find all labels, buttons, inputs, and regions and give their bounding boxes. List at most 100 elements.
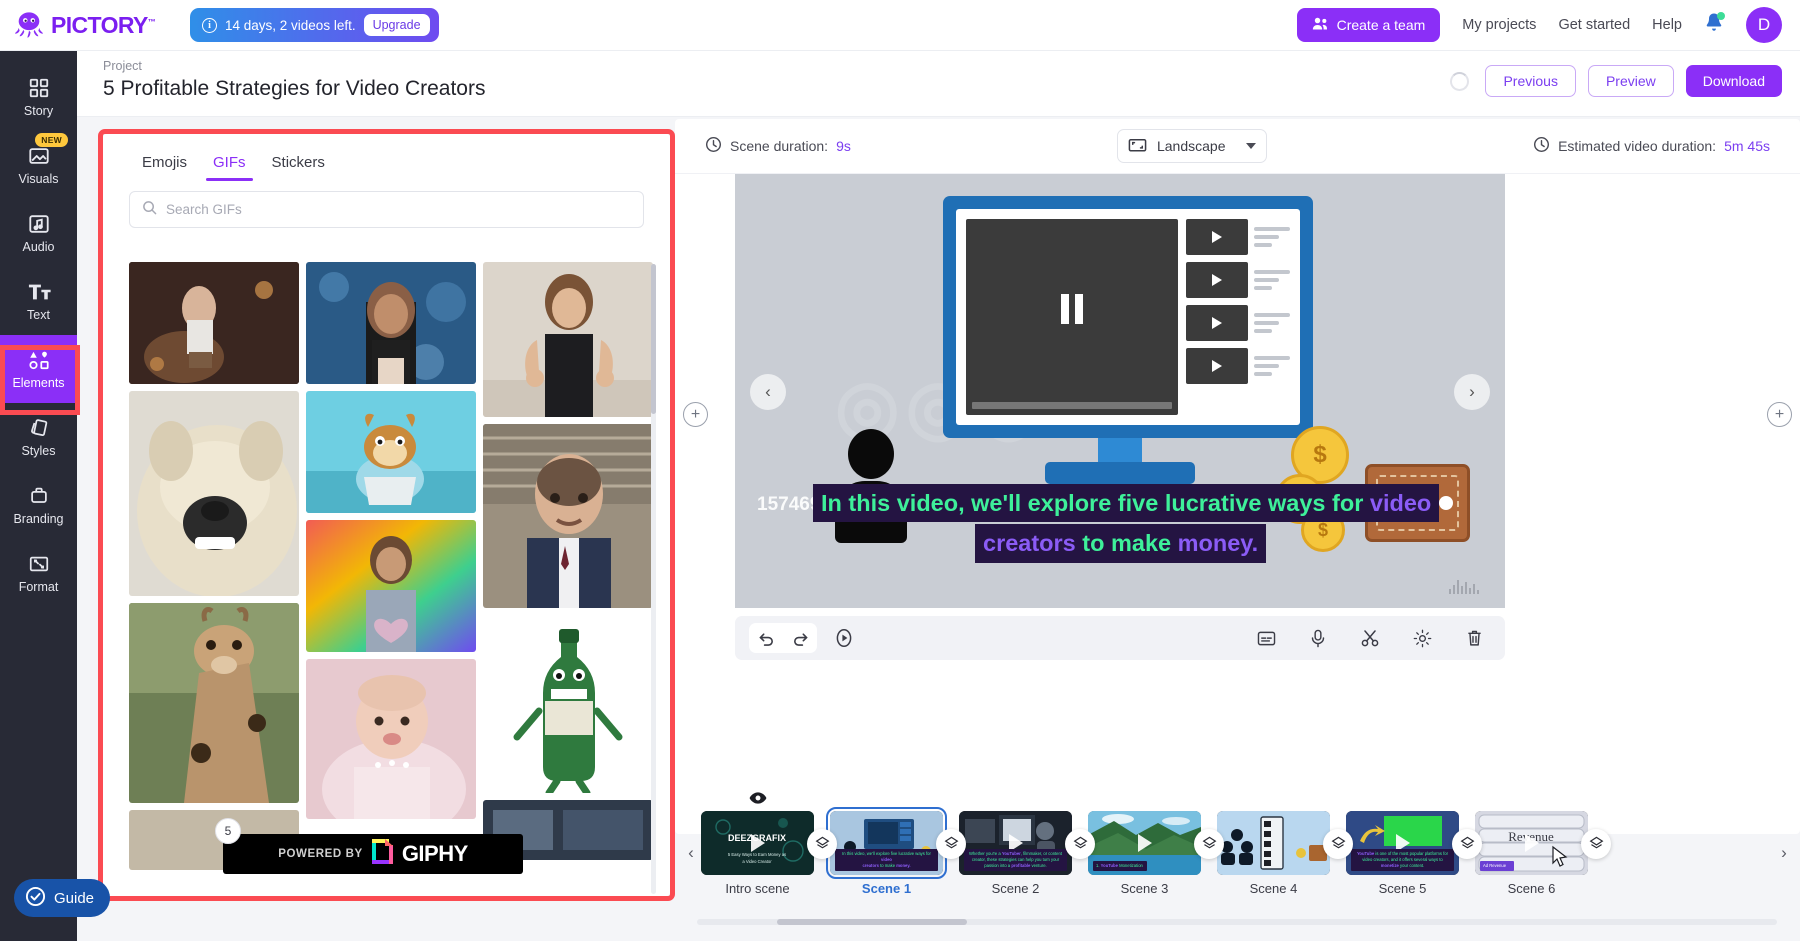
sidebar-item-elements[interactable]: Elements [0, 335, 77, 403]
scene-item-3[interactable]: 1. YouTube Monetization Scene 3 [1088, 811, 1201, 896]
tab-stickers[interactable]: Stickers [259, 148, 338, 181]
previous-scene-arrow[interactable]: ‹ [750, 374, 786, 410]
transition-button [1065, 829, 1095, 859]
gif-tile[interactable] [483, 615, 653, 793]
undo-button[interactable] [749, 623, 783, 653]
timeline-scrollbar[interactable] [697, 919, 1777, 925]
scene-label: Scene 6 [1508, 881, 1556, 896]
caption-line-1: In this video, we'll explore five lucrat… [813, 484, 1439, 522]
upgrade-button[interactable]: Upgrade [364, 14, 430, 36]
caption-style-button[interactable] [1249, 623, 1283, 653]
sidebar-item-visuals[interactable]: NEW Visuals [0, 131, 77, 199]
add-scene-before-button[interactable]: + [683, 402, 708, 427]
aspect-ratio-select[interactable]: Landscape [1117, 129, 1267, 163]
clock-icon [1533, 136, 1550, 156]
scene-caption[interactable]: In this video, we'll explore five lucrat… [813, 484, 1449, 563]
nav-get-started[interactable]: Get started [1558, 17, 1630, 33]
gif-tile[interactable] [306, 262, 476, 384]
gif-results-grid[interactable] [129, 262, 653, 896]
scene-item-2[interactable]: Whether you're a YouTuber, filmmaker, or… [959, 811, 1072, 896]
pictory-logo[interactable]: PICTORY™ [14, 10, 164, 40]
scene-transition-3[interactable] [1192, 829, 1226, 859]
sidebar-item-branding[interactable]: Branding [0, 471, 77, 539]
briefcase-icon [28, 485, 50, 507]
download-button[interactable]: Download [1686, 65, 1782, 97]
scene-item-intro[interactable]: DEEZGRAFIX 5 Easy Ways to Earn Money as … [701, 811, 814, 896]
styles-icon [28, 417, 50, 439]
redo-button[interactable] [783, 623, 817, 653]
timeline-scroll-left[interactable]: ‹ [681, 843, 701, 863]
scene-item-4[interactable]: Scene 4 [1217, 811, 1330, 896]
gif-tile[interactable] [483, 262, 653, 417]
scene-transition-6[interactable] [1579, 829, 1613, 859]
settings-button[interactable] [1405, 623, 1439, 653]
scene-item-5[interactable]: YouTube is one of the most popular platf… [1346, 811, 1459, 896]
scene-thumbnail[interactable]: 1. YouTube Monetization [1088, 811, 1201, 875]
notifications-bell-icon[interactable] [1704, 12, 1724, 38]
play-button[interactable] [827, 623, 861, 653]
next-scene-arrow[interactable]: › [1454, 374, 1490, 410]
gif-scrollbar-thumb[interactable] [651, 264, 656, 414]
undo-redo-group [749, 623, 817, 653]
tab-gifs[interactable]: GIFs [200, 148, 259, 181]
nav-help[interactable]: Help [1652, 17, 1682, 33]
scene-thumbnail[interactable]: Revenue Ad Revenue [1475, 811, 1588, 875]
svg-text:5 Easy Ways to Earn Money as: 5 Easy Ways to Earn Money as [728, 852, 786, 857]
user-avatar[interactable]: D [1746, 7, 1782, 43]
search-area [103, 181, 670, 228]
octopus-logo-icon [14, 10, 44, 40]
sidebar-item-story[interactable]: Story [0, 63, 77, 131]
top-bar-right: Create a team My projects Get started He… [1297, 7, 1800, 43]
sidebar-item-text[interactable]: Text [0, 267, 77, 335]
gif-tile[interactable] [129, 391, 299, 596]
preview-eye-icon[interactable] [749, 791, 766, 809]
scene-item-6[interactable]: Revenue Ad Revenue Scene 6 [1475, 811, 1588, 896]
scene-item-1[interactable]: In this video, we'll explore five lucrat… [830, 811, 943, 896]
create-team-button[interactable]: Create a team [1297, 8, 1441, 42]
search-gifs-input[interactable] [166, 202, 631, 217]
trial-text: 14 days, 2 videos left. [225, 18, 356, 33]
preview-button[interactable]: Preview [1588, 65, 1674, 97]
scene-transition-1[interactable] [934, 829, 968, 859]
scene-caption-preview: Ad Revenue [1480, 861, 1514, 871]
gif-tile[interactable] [306, 391, 476, 513]
trim-button[interactable] [1353, 623, 1387, 653]
gif-tile[interactable] [483, 424, 653, 608]
video-preview-canvas[interactable]: ◎◎◎ [735, 174, 1505, 608]
delete-button[interactable] [1457, 623, 1491, 653]
gif-tile[interactable] [129, 603, 299, 803]
timeline-scrollbar-thumb[interactable] [777, 919, 967, 925]
voiceover-button[interactable] [1301, 623, 1335, 653]
gif-tile[interactable] [306, 520, 476, 652]
estimated-duration-value: 5m 45s [1724, 138, 1770, 154]
sidebar-item-audio[interactable]: Audio [0, 199, 77, 267]
gif-tile[interactable] [129, 262, 299, 384]
gif-column [483, 262, 653, 870]
scene-thumbnail[interactable] [1217, 811, 1330, 875]
search-gifs-box[interactable] [129, 191, 644, 228]
landscape-icon [1128, 137, 1147, 156]
guide-button[interactable]: Guide [14, 879, 110, 917]
scene-label: Scene 5 [1379, 881, 1427, 896]
gif-scrollbar[interactable] [651, 264, 656, 894]
sidebar-item-format[interactable]: Format [0, 539, 77, 607]
scene-thumbnail[interactable]: Whether you're a YouTuber, filmmaker, or… [959, 811, 1072, 875]
timeline-scroll-right[interactable]: › [1774, 843, 1794, 863]
sidebar-item-styles[interactable]: Styles [0, 403, 77, 471]
onboarding-step-badge: 5 [215, 818, 241, 844]
nav-my-projects[interactable]: My projects [1462, 17, 1536, 33]
scene-thumbnail[interactable]: YouTube is one of the most popular platf… [1346, 811, 1459, 875]
scene-transition-0[interactable] [805, 829, 839, 859]
add-scene-after-button[interactable]: + [1767, 402, 1792, 427]
previous-button[interactable]: Previous [1485, 65, 1575, 97]
scene-transition-4[interactable] [1321, 829, 1355, 859]
trial-status-banner: i 14 days, 2 videos left. Upgrade [190, 8, 439, 42]
elements-panel: Emojis GIFs Stickers [103, 134, 670, 896]
scene-transition-5[interactable] [1450, 829, 1484, 859]
scene-thumbnail[interactable]: In this video, we'll explore five lucrat… [830, 811, 943, 875]
scene-transition-2[interactable] [1063, 829, 1097, 859]
tab-emojis[interactable]: Emojis [129, 148, 200, 181]
scene-thumbnail[interactable]: DEEZGRAFIX 5 Easy Ways to Earn Money as … [701, 811, 814, 875]
gif-tile[interactable] [306, 659, 476, 819]
scene-caption-preview: In this video, we'll explore five lucrat… [835, 849, 938, 870]
